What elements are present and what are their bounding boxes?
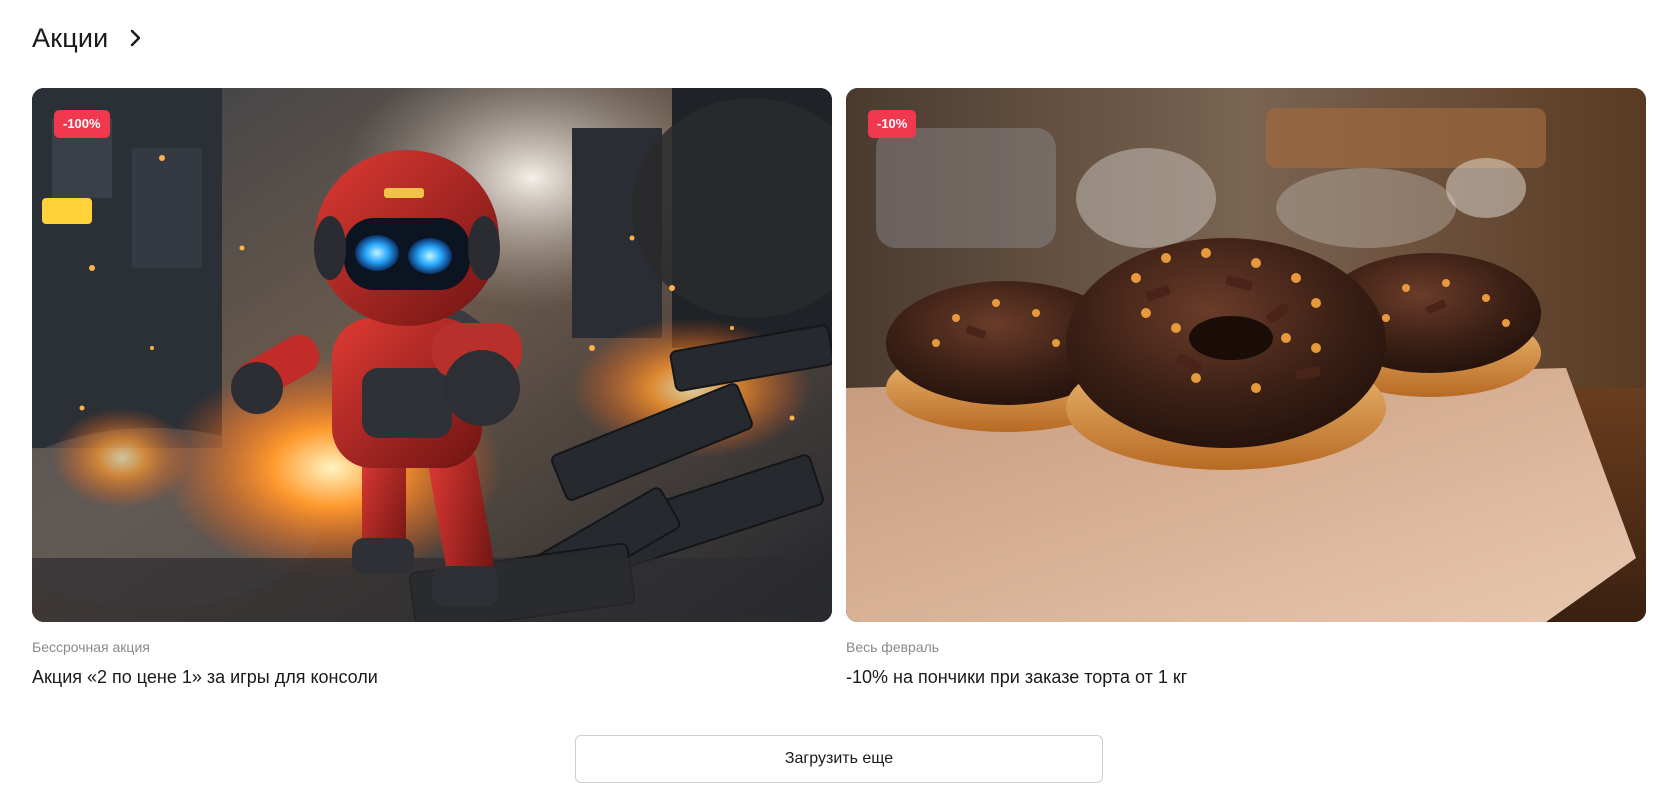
- promo-card[interactable]: -100% Бессрочная акция Акция «2 по цене …: [32, 88, 832, 688]
- promo-period: Бессрочная акция: [32, 639, 150, 655]
- chevron-right-icon[interactable]: [124, 26, 148, 50]
- discount-badge: -10%: [868, 110, 917, 138]
- promo-image-robot[interactable]: -100%: [32, 88, 832, 622]
- promotions-page: Акции -100% Бессрочная акция Акция «2 по…: [0, 0, 1668, 798]
- promo-title[interactable]: -10% на пончики при заказе торта от 1 кг: [846, 667, 1646, 688]
- discount-badge: -100%: [54, 110, 110, 138]
- promo-period: Весь февраль: [846, 639, 940, 655]
- load-more-button[interactable]: Загрузить еще: [575, 735, 1103, 783]
- section-header[interactable]: Акции: [32, 18, 148, 58]
- promo-title[interactable]: Акция «2 по цене 1» за игры для консоли: [32, 667, 832, 688]
- promo-image-donuts[interactable]: -10%: [846, 88, 1646, 622]
- section-title[interactable]: Акции: [32, 23, 108, 54]
- promo-card[interactable]: -10% Весь февраль -10% на пончики при за…: [846, 88, 1646, 688]
